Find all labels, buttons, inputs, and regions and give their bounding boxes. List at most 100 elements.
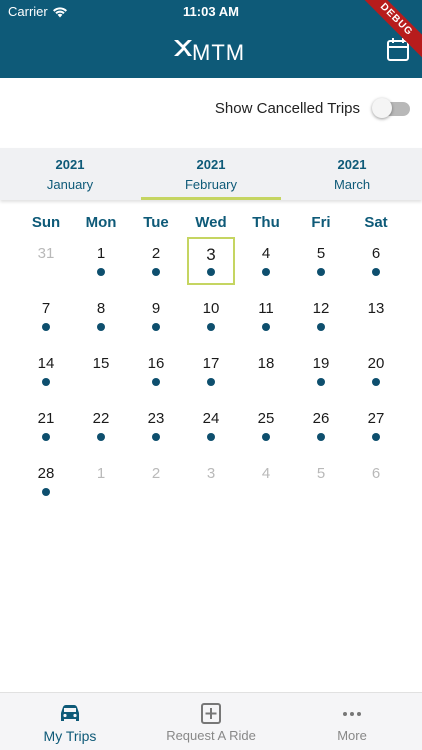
weekday-sun: Sun xyxy=(31,214,61,231)
month-tab-february[interactable]: 2021 February xyxy=(141,148,281,200)
calendar-day[interactable]: 2 xyxy=(132,237,180,285)
trip-indicator-dot xyxy=(317,268,325,276)
trip-indicator-dot xyxy=(372,433,380,441)
month-name: January xyxy=(46,177,94,192)
calendar-day[interactable]: 6 xyxy=(352,457,400,505)
tab-my-trips[interactable]: My Trips xyxy=(0,693,140,750)
day-number: 20 xyxy=(367,355,385,372)
calendar-day[interactable]: 27 xyxy=(352,402,400,450)
calendar-day[interactable]: 16 xyxy=(132,347,180,395)
calendar-day[interactable]: 11 xyxy=(242,292,290,340)
calendar-day[interactable]: 1 xyxy=(77,457,125,505)
day-number: 9 xyxy=(151,300,161,317)
day-number: 5 xyxy=(316,245,326,262)
day-number: 4 xyxy=(261,245,271,262)
logo-text: MTM xyxy=(192,40,246,65)
calendar-day[interactable]: 4 xyxy=(242,457,290,505)
calendar-day[interactable]: 20 xyxy=(352,347,400,395)
trip-indicator-dot xyxy=(207,323,215,331)
day-number: 6 xyxy=(371,465,381,482)
month-tab-january[interactable]: 2021 January xyxy=(0,148,140,200)
day-number: 3 xyxy=(206,245,216,264)
month-year: 2021 xyxy=(337,157,367,172)
calendar-day[interactable]: 25 xyxy=(242,402,290,450)
calendar-day[interactable]: 24 xyxy=(187,402,235,450)
trip-indicator-dot xyxy=(152,378,160,386)
day-number: 16 xyxy=(147,355,165,372)
tab-request-ride[interactable]: Request A Ride xyxy=(141,693,281,750)
day-number: 10 xyxy=(202,300,220,317)
month-tab-march[interactable]: 2021 March xyxy=(282,148,422,200)
day-number: 13 xyxy=(367,300,385,317)
tab-label: More xyxy=(337,728,367,743)
trip-indicator-dot xyxy=(262,268,270,276)
day-number: 4 xyxy=(261,465,271,482)
calendar-day[interactable]: 18 xyxy=(242,347,290,395)
add-box-icon xyxy=(201,703,221,724)
day-number: 24 xyxy=(202,410,220,427)
calendar-day[interactable]: 15 xyxy=(77,347,125,395)
tab-label: My Trips xyxy=(43,728,97,744)
month-year: 2021 xyxy=(55,157,85,172)
trip-indicator-dot xyxy=(42,378,50,386)
day-number: 21 xyxy=(37,410,55,427)
trip-indicator-dot xyxy=(152,433,160,441)
month-year: 2021 xyxy=(196,157,226,172)
calendar-day[interactable]: 21 xyxy=(22,402,70,450)
calendar-day[interactable]: 13 xyxy=(352,292,400,340)
more-horizontal-icon xyxy=(343,712,361,716)
calendar-day[interactable]: 31 xyxy=(22,237,70,285)
selected-month-indicator xyxy=(141,197,281,200)
day-number: 8 xyxy=(96,300,106,317)
calendar-day[interactable]: 19 xyxy=(297,347,345,395)
day-number: 1 xyxy=(96,465,106,482)
trip-indicator-dot xyxy=(152,268,160,276)
calendar-day[interactable]: 6 xyxy=(352,237,400,285)
day-number: 14 xyxy=(37,355,55,372)
weekday-fri: Fri xyxy=(311,214,331,231)
calendar-day[interactable]: 4 xyxy=(242,237,290,285)
day-number: 6 xyxy=(371,245,381,262)
calendar-day[interactable]: 9 xyxy=(132,292,180,340)
day-number: 25 xyxy=(257,410,275,427)
trip-indicator-dot xyxy=(317,323,325,331)
day-number: 27 xyxy=(367,410,385,427)
logo-mark-icon xyxy=(174,40,192,56)
day-number: 17 xyxy=(202,355,220,372)
weekday-mon: Mon xyxy=(85,214,117,231)
calendar-day[interactable]: 22 xyxy=(77,402,125,450)
calendar-day[interactable]: 23 xyxy=(132,402,180,450)
calendar-day[interactable]: 17 xyxy=(187,347,235,395)
calendar-day[interactable]: 3 xyxy=(187,457,235,505)
tab-label: Request A Ride xyxy=(166,728,256,743)
trip-indicator-dot xyxy=(372,378,380,386)
calendar-day[interactable]: 7 xyxy=(22,292,70,340)
mtm-logo: MTM xyxy=(172,36,252,66)
calendar-day[interactable]: 26 xyxy=(297,402,345,450)
car-icon xyxy=(61,705,79,721)
toggle-knob xyxy=(372,98,392,118)
cancelled-trips-row: Show Cancelled Trips xyxy=(0,78,422,148)
calendar-day[interactable]: 1 xyxy=(77,237,125,285)
day-number: 26 xyxy=(312,410,330,427)
tab-more[interactable]: More xyxy=(282,693,422,750)
cancelled-trips-toggle[interactable] xyxy=(372,98,410,118)
trip-indicator-dot xyxy=(207,268,215,276)
calendar-day[interactable]: 28 xyxy=(22,457,70,505)
day-number: 31 xyxy=(37,245,55,262)
calendar-day-selected[interactable]: 3 xyxy=(187,237,235,285)
trip-indicator-dot xyxy=(42,488,50,496)
month-selector: 2021 January 2021 February 2021 March xyxy=(0,148,422,200)
trip-indicator-dot xyxy=(207,378,215,386)
day-number: 5 xyxy=(316,465,326,482)
trip-indicator-dot xyxy=(42,323,50,331)
calendar-day[interactable]: 10 xyxy=(187,292,235,340)
trip-indicator-dot xyxy=(372,268,380,276)
calendar-day[interactable]: 2 xyxy=(132,457,180,505)
calendar-day[interactable]: 14 xyxy=(22,347,70,395)
calendar-day[interactable]: 5 xyxy=(297,457,345,505)
calendar-day[interactable]: 8 xyxy=(77,292,125,340)
calendar-day[interactable]: 5 xyxy=(297,237,345,285)
weekday-sat: Sat xyxy=(364,214,388,231)
calendar-day[interactable]: 12 xyxy=(297,292,345,340)
